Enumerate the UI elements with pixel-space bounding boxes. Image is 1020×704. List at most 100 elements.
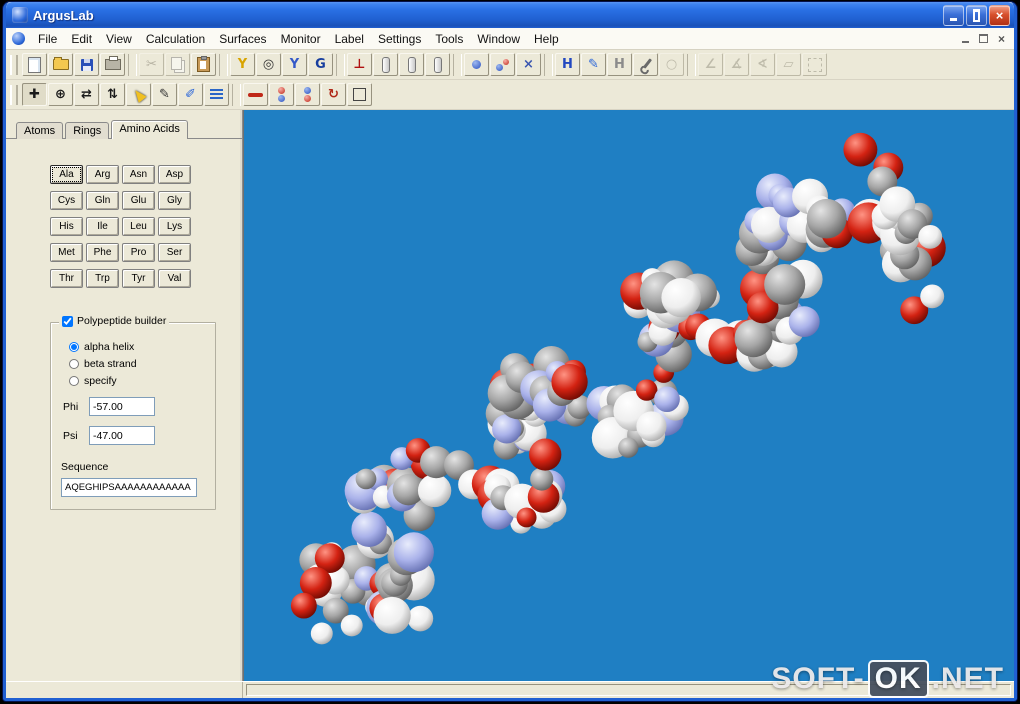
align-axis-glyph: ⊥ [353,57,366,72]
menu-file[interactable]: File [31,30,64,48]
paste-icon[interactable] [191,53,216,76]
toolbar-separator [544,53,553,76]
rotate-bond-tool-icon[interactable]: ↻ [321,83,346,106]
menu-monitor[interactable]: Monitor [274,30,328,48]
print-icon[interactable] [100,53,125,76]
title-bar[interactable]: ArgusLab × [6,2,1014,28]
menu-settings[interactable]: Settings [371,30,428,48]
tree-view-icon[interactable] [204,83,229,106]
amino-trp-button[interactable]: Trp [86,269,119,288]
radio-input-beta-strand[interactable] [69,359,79,369]
bond-order-down-icon[interactable] [295,83,320,106]
capsule-a-icon[interactable] [373,53,398,76]
sequence-input[interactable] [61,478,197,497]
new-file-icon[interactable] [22,53,47,76]
bond-tool-icon[interactable] [243,83,268,106]
menu-surfaces[interactable]: Surfaces [212,30,273,48]
menu-edit[interactable]: Edit [64,30,99,48]
show-hydrogens-icon[interactable]: H [555,53,580,76]
amino-lys-button[interactable]: Lys [158,217,191,236]
rotate-tool-icon[interactable]: ⊕ [48,83,73,106]
amino-ile-button[interactable]: Ile [86,217,119,236]
amino-glu-button[interactable]: Glu [122,191,155,210]
radio-beta-strand[interactable]: beta strand [69,358,207,370]
amino-asn-button[interactable]: Asn [122,165,155,184]
draw-tool-icon[interactable]: ✎ [152,83,177,106]
menu-label[interactable]: Label [328,30,371,48]
menu-window[interactable]: Window [470,30,527,48]
annotate-tool-icon[interactable]: ✐ [178,83,203,106]
watermark-prefix: SOFT- [771,661,865,695]
plane-tool-glyph [353,88,366,101]
optimize-geometry-icon[interactable]: G [308,53,333,76]
capsule-b-icon[interactable] [399,53,424,76]
amino-tyr-button[interactable]: Tyr [122,269,155,288]
optimize-geometry-glyph: G [315,57,326,72]
select-tool-glyph [130,86,147,103]
amino-cys-button[interactable]: Cys [50,191,83,210]
mdi-restore-button[interactable] [976,32,991,45]
amino-phe-button[interactable]: Phe [86,243,119,262]
minimize-button[interactable] [943,4,964,26]
phi-input[interactable] [89,397,155,416]
bond-order-up-icon[interactable] [269,83,294,106]
amino-val-button[interactable]: Val [158,269,191,288]
amino-gly-button[interactable]: Gly [158,191,191,210]
tab-atoms[interactable]: Atoms [16,122,64,139]
sequence-label: Sequence [61,461,109,473]
scale-tool-icon[interactable]: ⇄ [74,83,99,106]
add-fragment-icon[interactable]: Y [282,53,307,76]
radio-specify[interactable]: specify [69,375,207,387]
mdi-minimize-icon [962,41,969,43]
single-atom-icon[interactable] [464,53,489,76]
toolbar-grip[interactable] [10,54,18,75]
amino-pro-button[interactable]: Pro [122,243,155,262]
amino-his-button[interactable]: His [50,217,83,236]
toolbar-grip[interactable] [10,84,18,105]
menu-tools[interactable]: Tools [428,30,470,48]
arguslab-window: ArgusLab × File Edit View Calculation Surfac… [3,2,1017,701]
amino-leu-button[interactable]: Leu [122,217,155,236]
amino-thr-button[interactable]: Thr [50,269,83,288]
save-icon[interactable] [74,53,99,76]
radio-input-specify[interactable] [69,376,79,386]
toolbar-separator [232,83,241,106]
amino-arg-button[interactable]: Arg [86,165,119,184]
maximize-button[interactable] [966,4,987,26]
edit-label-icon[interactable]: ✎ [581,53,606,76]
align-axis-icon[interactable]: ⊥ [347,53,372,76]
menu-help[interactable]: Help [527,30,566,48]
capsule-c-icon[interactable] [425,53,450,76]
close-button[interactable]: × [989,4,1010,26]
tab-amino-acids[interactable]: Amino Acids [111,120,188,139]
mdi-minimize-button[interactable] [958,32,973,45]
amino-met-button[interactable]: Met [50,243,83,262]
plane-tool-icon[interactable] [347,83,372,106]
rotate-z-tool-icon[interactable]: ⇅ [100,83,125,106]
delete-atoms-icon[interactable]: × [516,53,541,76]
mdi-close-button[interactable]: × [994,32,1009,46]
open-file-icon[interactable] [48,53,73,76]
toggle-hydrogens-icon[interactable]: ◎ [256,53,281,76]
mdi-restore-icon [979,34,988,43]
tab-rings[interactable]: Rings [65,122,110,139]
menu-calculation[interactable]: Calculation [139,30,212,48]
amino-ala-button[interactable]: Ala [50,165,83,184]
amino-asp-button[interactable]: Asp [158,165,191,184]
toolbar-separator [687,53,696,76]
watermark: SOFT- OK .NET [771,659,1004,698]
amino-gln-button[interactable]: Gln [86,191,119,210]
radio-alpha-helix[interactable]: alpha helix [69,341,207,353]
molecule-viewport[interactable] [243,110,1014,681]
clean-geometry-icon[interactable]: Y [230,53,255,76]
radio-input-alpha-helix[interactable] [69,342,79,352]
menu-view[interactable]: View [99,30,139,48]
select-tool-icon[interactable] [126,83,151,106]
translate-tool-icon[interactable]: ✚ [22,83,47,106]
psi-input[interactable] [89,426,155,445]
atom-pair-icon[interactable] [490,53,515,76]
amino-ser-button[interactable]: Ser [158,243,191,262]
polypeptide-builder-checkbox[interactable] [62,315,73,327]
wrench-tool-icon[interactable] [633,53,658,76]
gray-hydrogens-icon[interactable]: H [607,53,632,76]
